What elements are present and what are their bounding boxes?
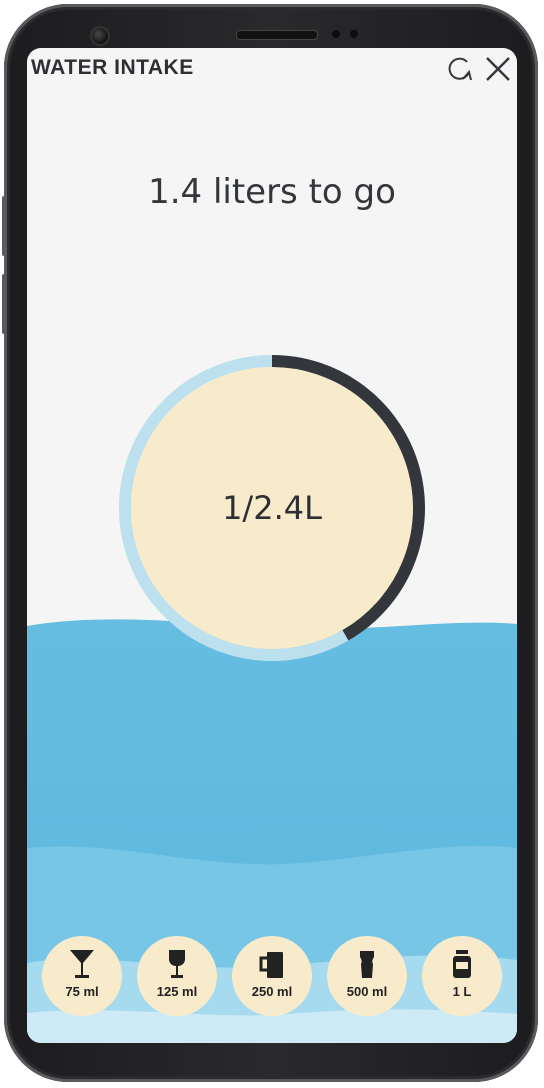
- earpiece-speaker: [236, 30, 318, 40]
- refresh-icon[interactable]: [445, 54, 475, 84]
- page-title: WATER INTAKE: [31, 56, 194, 79]
- progress-ring: [119, 355, 425, 661]
- bottle-icon: [453, 950, 471, 978]
- cup-label: 1 L: [452, 984, 472, 999]
- side-button: [2, 196, 7, 256]
- cup-selector: 75 ml 125 ml 250 ml 500 ml 1 L: [27, 936, 517, 1018]
- cup-500ml-button[interactable]: 500 ml: [327, 936, 407, 1016]
- wine-glass-icon: [169, 950, 185, 978]
- light-sensor: [350, 30, 358, 38]
- pint-glass-icon: [360, 951, 374, 978]
- cup-75ml-button[interactable]: 75 ml: [42, 936, 122, 1016]
- cup-label: 250 ml: [251, 984, 293, 999]
- cocktail-glass-icon: [70, 950, 94, 978]
- cup-label: 125 ml: [156, 984, 198, 999]
- side-button: [2, 274, 7, 334]
- proximity-sensor: [332, 30, 340, 38]
- remaining-goal-text: 1.4 liters to go: [148, 172, 396, 212]
- progress-circle: [131, 367, 413, 649]
- close-icon[interactable]: [483, 54, 513, 84]
- front-camera: [90, 26, 110, 46]
- cup-label: 75 ml: [65, 984, 99, 999]
- cup-1l-button[interactable]: 1 L: [422, 936, 502, 1016]
- app-screen: WATER INTAKE 1.4 liters to go 1/2.4L 75 …: [27, 48, 517, 1043]
- cup-label: 500 ml: [346, 984, 388, 999]
- mug-icon: [259, 952, 283, 978]
- cup-125ml-button[interactable]: 125 ml: [137, 936, 217, 1016]
- cup-250ml-button[interactable]: 250 ml: [232, 936, 312, 1016]
